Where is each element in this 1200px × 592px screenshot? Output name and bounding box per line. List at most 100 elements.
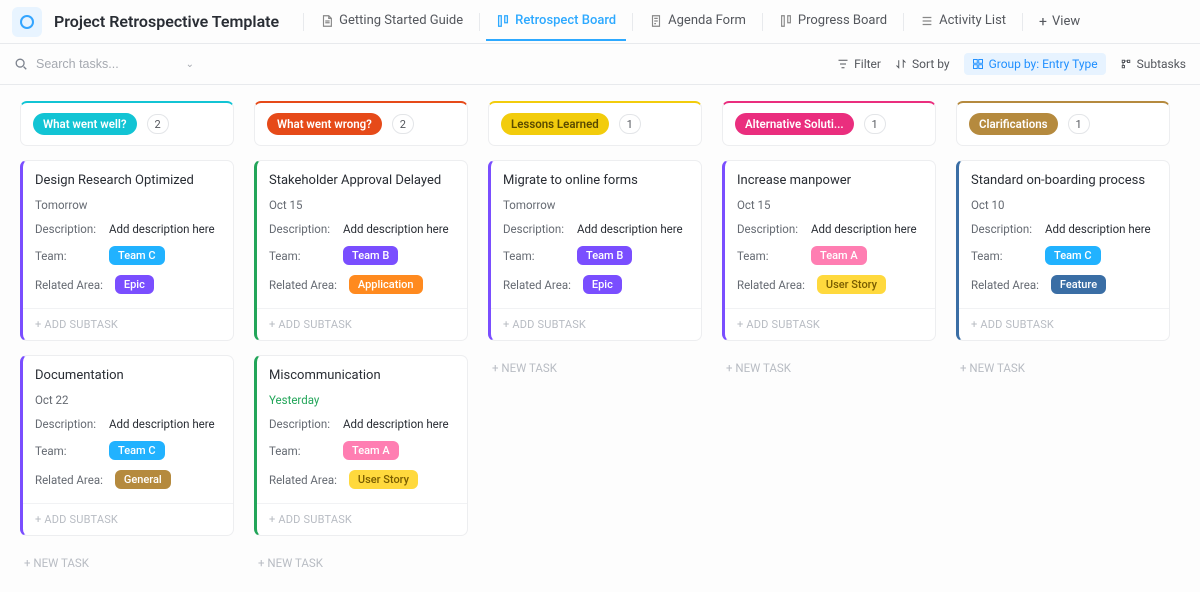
group-by-button[interactable]: Group by: Entry Type: [964, 53, 1106, 75]
card-date: Oct 10: [971, 198, 1157, 212]
field-team[interactable]: Team: Team B: [269, 246, 455, 265]
description-placeholder: Add description here: [109, 417, 215, 431]
new-task-button[interactable]: + NEW TASK: [722, 355, 936, 381]
column-header[interactable]: Clarifications1: [956, 101, 1170, 146]
field-description[interactable]: Description:Add description here: [35, 417, 221, 431]
card-date: Yesterday: [269, 393, 455, 407]
tab-label: Agenda Form: [668, 13, 746, 28]
task-card[interactable]: Stakeholder Approval DelayedOct 15Descri…: [254, 160, 468, 341]
divider: [479, 13, 480, 31]
task-card[interactable]: Design Research OptimizedTomorrowDescrip…: [20, 160, 234, 341]
search-wrap[interactable]: ⌄: [14, 57, 194, 71]
add-subtask-button[interactable]: + ADD SUBTASK: [725, 308, 935, 340]
search-icon: [14, 57, 28, 71]
field-team[interactable]: Team:Team A: [269, 441, 455, 460]
divider: [303, 13, 304, 31]
field-team[interactable]: Team:Team C: [971, 246, 1157, 265]
board-column: What went wrong?2 Stakeholder Approval De…: [254, 101, 468, 576]
new-task-button[interactable]: + NEW TASK: [254, 550, 468, 576]
add-subtask-button[interactable]: + ADD SUBTASK: [491, 308, 701, 340]
description-placeholder: Add description here: [109, 222, 215, 236]
tab-progress-board[interactable]: Progress Board: [769, 2, 897, 41]
field-related-area[interactable]: Related Area:Application: [269, 275, 455, 294]
field-team[interactable]: Team: Team B: [503, 246, 689, 265]
tab-agenda-form[interactable]: Agenda Form: [639, 2, 756, 41]
group-icon: [972, 58, 984, 70]
subtasks-icon: [1120, 58, 1132, 70]
field-team[interactable]: Team:Team A: [737, 246, 923, 265]
add-subtask-button[interactable]: + ADD SUBTASK: [257, 503, 467, 535]
field-related-area[interactable]: Related Area: Epic: [503, 275, 689, 294]
field-description[interactable]: Description:Add description here: [503, 222, 689, 236]
doc-icon: [320, 14, 334, 28]
search-input[interactable]: [36, 57, 156, 71]
column-header[interactable]: Alternative Soluti...1: [722, 101, 936, 146]
field-description[interactable]: Description: Add description here: [35, 222, 221, 236]
add-subtask-button[interactable]: + ADD SUBTASK: [23, 308, 233, 340]
area-pill: Epic: [115, 275, 154, 294]
board-column: What went well?2 Design Research Optimize…: [20, 101, 234, 576]
tab-getting-started[interactable]: Getting Started Guide: [310, 2, 473, 41]
field-label: Team:: [269, 249, 331, 263]
filter-toolbar: ⌄ Filter Sort by Group by: Entry Type Su…: [0, 44, 1200, 85]
add-subtask-button[interactable]: + ADD SUBTASK: [23, 503, 233, 535]
task-card[interactable]: Miscommunication Yesterday Description:Add…: [254, 355, 468, 536]
column-header[interactable]: What went wrong?2: [254, 101, 468, 146]
form-icon: [649, 14, 663, 28]
field-related-area[interactable]: Related Area:User Story: [269, 470, 455, 489]
task-card[interactable]: DocumentationOct 22Description:Add descr…: [20, 355, 234, 536]
task-card[interactable]: Standard on-boarding processOct 10Descri…: [956, 160, 1170, 341]
subtasks-button[interactable]: Subtasks: [1120, 57, 1186, 71]
plus-icon: +: [1039, 14, 1047, 30]
topbar: Project Retrospective Template Getting S…: [0, 0, 1200, 44]
field-label: Description:: [503, 222, 565, 236]
column-header[interactable]: What went well?2: [20, 101, 234, 146]
field-related-area[interactable]: Related Area:General: [35, 470, 221, 489]
field-related-area[interactable]: Related Area:User Story: [737, 275, 923, 294]
team-pill: Team C: [109, 246, 165, 265]
add-subtask-button[interactable]: + ADD SUBTASK: [257, 308, 467, 340]
new-task-button[interactable]: + NEW TASK: [956, 355, 1170, 381]
sort-button[interactable]: Sort by: [895, 57, 950, 71]
team-pill: Team B: [343, 246, 398, 265]
card-title: Miscommunication: [269, 368, 455, 383]
team-pill: Team C: [109, 441, 165, 460]
board-column: Alternative Soluti...1 Increase manpowerO…: [722, 101, 936, 381]
field-label: Related Area:: [971, 278, 1039, 292]
field-label: Description:: [35, 222, 97, 236]
card-title: Design Research Optimized: [35, 173, 221, 188]
column-label: Lessons Learned: [501, 113, 609, 135]
chevron-down-icon[interactable]: ⌄: [186, 59, 194, 70]
area-pill: Epic: [583, 275, 622, 294]
board-column: Lessons Learned1 Migrate to online formsT…: [488, 101, 702, 381]
new-task-button[interactable]: + NEW TASK: [488, 355, 702, 381]
tab-label: Retrospect Board: [515, 13, 616, 28]
workspace-logo[interactable]: [12, 7, 42, 37]
tab-activity-list[interactable]: Activity List: [910, 2, 1016, 41]
field-description[interactable]: Description:Add description here: [971, 222, 1157, 236]
team-pill: Team B: [577, 246, 632, 265]
field-description[interactable]: Description:Add description here: [269, 417, 455, 431]
tab-retrospect-board[interactable]: Retrospect Board: [486, 2, 626, 41]
column-header[interactable]: Lessons Learned1: [488, 101, 702, 146]
field-team[interactable]: Team:Team C: [35, 246, 221, 265]
list-icon: [920, 14, 934, 28]
add-view-button[interactable]: + View: [1029, 8, 1090, 36]
field-related-area[interactable]: Related Area:Epic: [35, 275, 221, 294]
task-card[interactable]: Migrate to online formsTomorrowDescripti…: [488, 160, 702, 341]
field-team[interactable]: Team:Team C: [35, 441, 221, 460]
view-tabs: Getting Started Guide Retrospect Board A…: [299, 2, 1090, 41]
field-label: Team:: [503, 249, 565, 263]
team-pill: Team A: [811, 246, 867, 265]
field-related-area[interactable]: Related Area:Feature: [971, 275, 1157, 294]
column-count: 2: [392, 114, 414, 134]
add-subtask-button[interactable]: + ADD SUBTASK: [959, 308, 1169, 340]
new-task-button[interactable]: + NEW TASK: [20, 550, 234, 576]
field-label: Related Area:: [269, 278, 337, 292]
field-label: Related Area:: [503, 278, 571, 292]
column-count: 1: [864, 114, 886, 134]
task-card[interactable]: Increase manpowerOct 15Description:Add d…: [722, 160, 936, 341]
field-description[interactable]: Description:Add description here: [269, 222, 455, 236]
filter-button[interactable]: Filter: [837, 57, 881, 71]
field-description[interactable]: Description:Add description here: [737, 222, 923, 236]
